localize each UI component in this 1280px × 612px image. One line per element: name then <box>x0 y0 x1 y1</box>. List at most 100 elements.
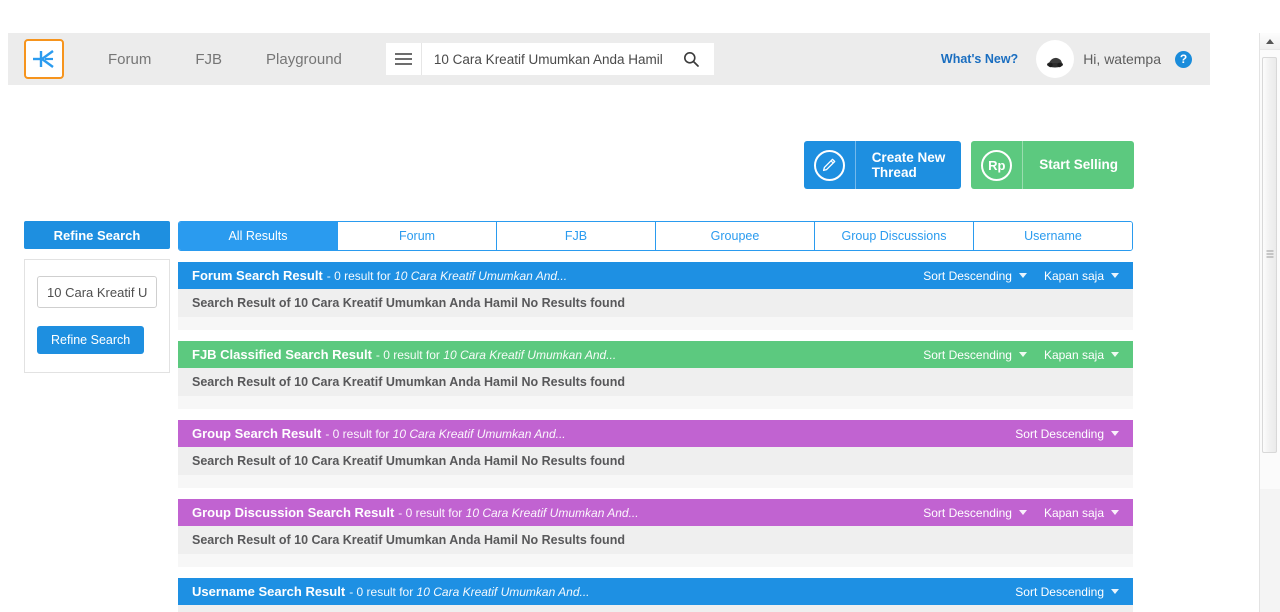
section-subtitle: - 0 result for 10 Cara Kreatif Umumkan A… <box>349 584 590 599</box>
chevron-down-icon <box>1111 352 1119 357</box>
section-header: FJB Classified Search Result - 0 result … <box>178 341 1133 368</box>
section-query: 10 Cara Kreatif Umumkan And... <box>465 505 639 520</box>
section-tools: Sort Descending Kapan saja <box>923 348 1119 362</box>
browser-chrome-top <box>0 0 1280 33</box>
section-query: 10 Cara Kreatif Umumkan And... <box>392 426 566 441</box>
header-search: 10 Cara Kreatif Umumkan Anda Hamil <box>385 43 714 75</box>
section-title: Group Discussion Search Result <box>192 505 395 520</box>
section-query: 10 Cara Kreatif Umumkan And... <box>443 347 617 362</box>
action-row: Create New Thread Rp Start Selling <box>8 111 1210 189</box>
main-nav: Forum FJB Playground <box>86 51 364 68</box>
create-new-thread-button[interactable]: Create New Thread <box>803 141 962 189</box>
section-header: Group Discussion Search Result - 0 resul… <box>178 499 1133 526</box>
sort-descending-dropdown[interactable]: Sort Descending <box>923 506 1027 520</box>
refine-search-heading: Refine Search <box>24 221 170 249</box>
fjb-search-section: FJB Classified Search Result - 0 result … <box>178 341 1133 409</box>
section-title: Username Search Result <box>192 584 346 599</box>
section-subtitle: - 0 result for 10 Cara Kreatif Umumkan A… <box>398 505 639 520</box>
section-tools: Sort Descending <box>1015 427 1119 441</box>
section-body: Search Result of 10 Cara Kreatif Umumkan… <box>178 605 1133 612</box>
refine-search-button[interactable]: Refine Search <box>37 326 145 354</box>
sort-descending-dropdown[interactable]: Sort Descending <box>923 269 1027 283</box>
rp-icon-text: Rp <box>981 149 1013 181</box>
sort-descending-dropdown[interactable]: Sort Descending <box>923 348 1027 362</box>
nav-item-playground[interactable]: Playground <box>244 51 364 68</box>
vertical-scrollbar[interactable] <box>1259 33 1280 612</box>
section-spacer <box>178 554 1133 567</box>
create-new-thread-label: Create New Thread <box>871 149 946 180</box>
group-search-section: Group Search Result - 0 result for 10 Ca… <box>178 420 1133 488</box>
section-tools: Sort Descending Kapan saja <box>923 506 1119 520</box>
tab-all-results[interactable]: All Results <box>179 222 338 250</box>
chevron-down-icon <box>1018 352 1027 357</box>
header-right: What's New? Hi, watempa ? <box>941 40 1192 78</box>
tab-group-discussions[interactable]: Group Discussions <box>815 222 974 250</box>
username-search-section: Username Search Result - 0 result for 10… <box>178 578 1133 612</box>
whats-new-link[interactable]: What's New? <box>941 52 1018 66</box>
scrollbar-track[interactable] <box>1260 50 1280 489</box>
search-input-value[interactable]: 10 Cara Kreatif Umumkan Anda Hamil <box>434 52 663 67</box>
date-filter-dropdown[interactable]: Kapan saja <box>1044 269 1119 283</box>
chevron-down-icon <box>1111 431 1119 436</box>
date-filter-dropdown[interactable]: Kapan saja <box>1044 348 1119 362</box>
scroll-up-arrow-icon[interactable] <box>1260 33 1280 50</box>
group-discussion-search-section: Group Discussion Search Result - 0 resul… <box>178 499 1133 567</box>
result-tabs: All Results Forum FJB Groupee Group Disc… <box>178 221 1133 251</box>
section-body: Search Result of 10 Cara Kreatif Umumkan… <box>178 289 1133 317</box>
section-body: Search Result of 10 Cara Kreatif Umumkan… <box>178 526 1133 554</box>
tab-username[interactable]: Username <box>974 222 1132 250</box>
date-label: Kapan saja <box>1043 505 1104 520</box>
tab-forum[interactable]: Forum <box>338 222 497 250</box>
sort-label: Sort Descending <box>923 505 1012 520</box>
date-label: Kapan saja <box>1043 347 1104 362</box>
kaskus-logo[interactable] <box>24 39 64 79</box>
chevron-down-icon <box>1018 510 1027 515</box>
help-icon[interactable]: ? <box>1175 50 1192 68</box>
refine-search-input[interactable] <box>37 276 157 308</box>
greeting-label: Hi, watempa <box>1083 51 1161 67</box>
section-body: Search Result of 10 Cara Kreatif Umumkan… <box>178 368 1133 396</box>
sort-label: Sort Descending <box>1015 426 1104 441</box>
sort-descending-dropdown[interactable]: Sort Descending <box>1015 585 1119 599</box>
section-header: Group Search Result - 0 result for 10 Ca… <box>178 420 1133 447</box>
chevron-down-icon <box>1111 510 1119 515</box>
section-title: Forum Search Result <box>192 268 323 283</box>
sort-label: Sort Descending <box>1015 584 1104 599</box>
section-body: Search Result of 10 Cara Kreatif Umumkan… <box>178 447 1133 475</box>
tab-fjb[interactable]: FJB <box>497 222 656 250</box>
section-query: 10 Cara Kreatif Umumkan And... <box>394 268 568 283</box>
start-selling-button[interactable]: Rp Start Selling <box>971 141 1134 189</box>
search-field[interactable]: 10 Cara Kreatif Umumkan Anda Hamil <box>421 43 714 75</box>
chevron-down-icon <box>1018 273 1027 278</box>
results-column: All Results Forum FJB Groupee Group Disc… <box>178 221 1133 612</box>
refine-search-panel: Refine Search <box>24 259 170 373</box>
sort-label: Sort Descending <box>923 347 1012 362</box>
pencil-icon <box>804 141 856 189</box>
sort-label: Sort Descending <box>923 268 1012 283</box>
scrollbar-thumb[interactable] <box>1262 57 1277 453</box>
action-buttons: Create New Thread Rp Start Selling <box>803 141 1134 189</box>
section-tools: Sort Descending <box>1015 585 1119 599</box>
chevron-down-icon <box>1111 589 1119 594</box>
section-header: Username Search Result - 0 result for 10… <box>178 578 1133 605</box>
section-subtitle: - 0 result for 10 Cara Kreatif Umumkan A… <box>325 426 566 441</box>
nav-item-forum[interactable]: Forum <box>86 51 173 68</box>
tab-groupee[interactable]: Groupee <box>656 222 815 250</box>
site-header: Forum FJB Playground 10 Cara Kreatif Umu… <box>8 33 1210 85</box>
section-title: Group Search Result <box>192 426 322 441</box>
sort-descending-dropdown[interactable]: Sort Descending <box>1015 427 1119 441</box>
scrollbar-grip-icon <box>1266 250 1273 260</box>
search-icon[interactable] <box>680 48 702 70</box>
rp-icon: Rp <box>971 141 1024 189</box>
hamburger-icon[interactable] <box>385 43 422 75</box>
date-label: Kapan saja <box>1043 268 1104 283</box>
nav-item-fjb[interactable]: FJB <box>173 51 244 68</box>
section-query: 10 Cara Kreatif Umumkan And... <box>416 584 590 599</box>
avatar[interactable] <box>1036 40 1075 78</box>
date-filter-dropdown[interactable]: Kapan saja <box>1044 506 1119 520</box>
section-subtitle: - 0 result for 10 Cara Kreatif Umumkan A… <box>375 347 617 362</box>
refine-search-sidebar: Refine Search Refine Search <box>24 221 170 373</box>
section-spacer <box>178 317 1133 330</box>
section-spacer <box>178 396 1133 409</box>
section-tools: Sort Descending Kapan saja <box>923 269 1119 283</box>
